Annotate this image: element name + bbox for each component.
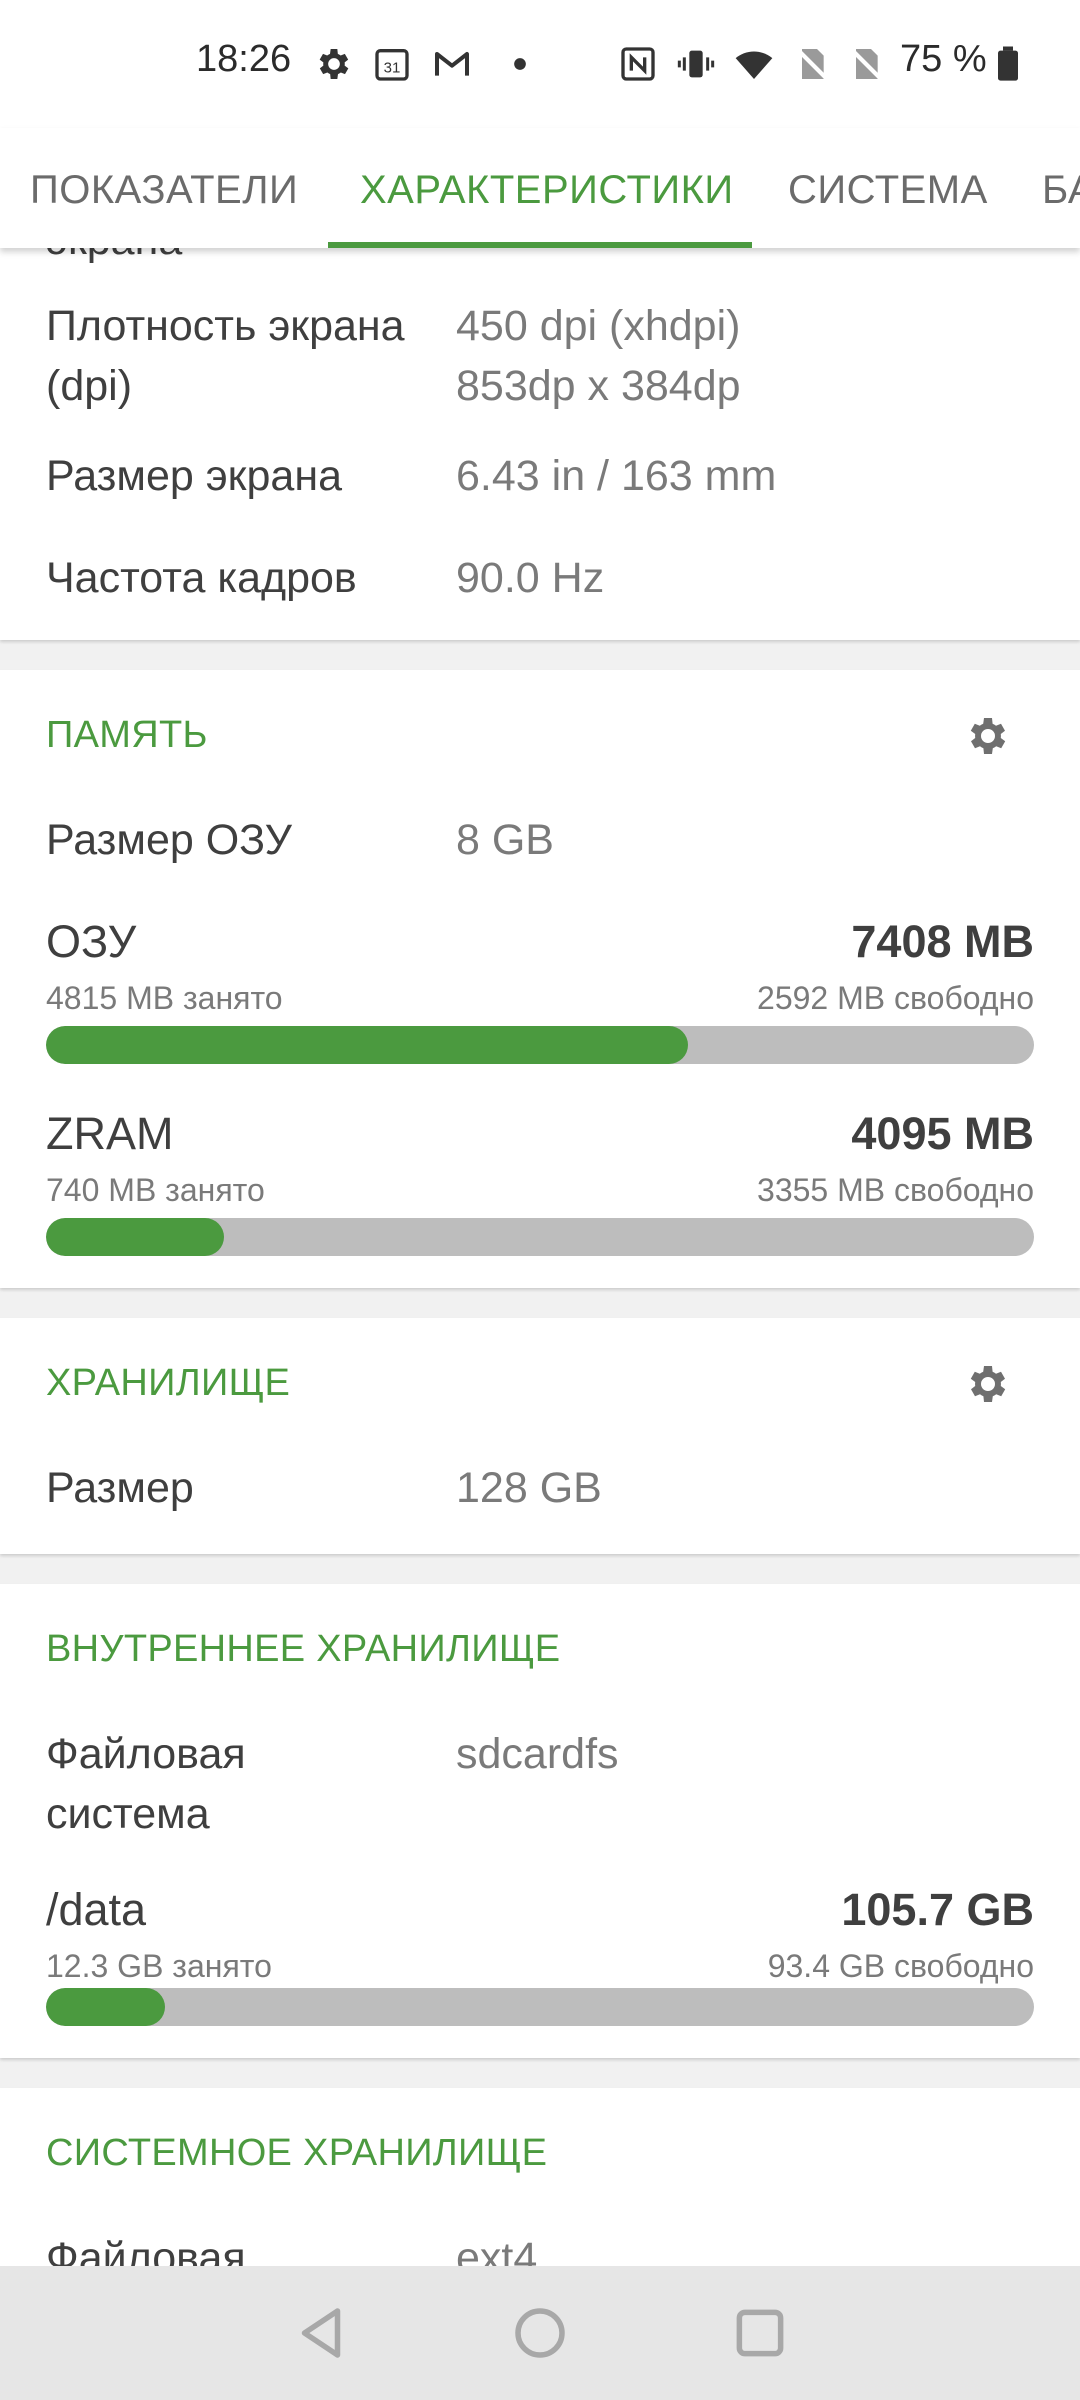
storage-card: ХРАНИЛИЩЕ Размер 128 GB <box>0 1318 1080 1554</box>
ram-usage-bar <box>46 1026 1034 1064</box>
internal-storage-title: ВНУТРЕННЕЕ ХРАНИЛИЩЕ <box>46 1628 561 1670</box>
refresh-rate-value: 90.0 Hz <box>456 554 605 602</box>
internal-storage-card: ВНУТРЕННЕЕ ХРАНИЛИЩЕ Файловая система sd… <box>0 1584 1080 2058</box>
screen-density-label: Плотность экрана (dpi) <box>46 302 405 410</box>
navigation-bar <box>0 2266 1080 2400</box>
system-storage-title: СИСТЕМНОЕ ХРАНИЛИЩЕ <box>46 2132 548 2174</box>
no-sim-icon <box>795 47 829 81</box>
screen-density-value: 450 dpi (xhdpi) <box>456 302 741 350</box>
ram-size-label: Размер ОЗУ <box>46 816 292 864</box>
calendar-icon: 31 <box>375 49 409 81</box>
tab-indicators[interactable]: ПОКАЗАТЕЛИ <box>30 128 298 248</box>
storage-settings-gear-icon[interactable] <box>964 1360 1012 1408</box>
more-notifications-dot-icon <box>514 58 526 70</box>
data-usage-fill <box>46 1988 165 2026</box>
nfc-icon <box>621 47 655 81</box>
ram-usage-fill <box>46 1026 689 1064</box>
status-bar: 18:26 31 75 % <box>0 0 1080 128</box>
data-partition-used: 12.3 GB занято <box>46 1948 272 1984</box>
storage-size-label: Размер <box>46 1464 194 1512</box>
filesystem-value: sdcardfs <box>456 1730 619 1778</box>
screen-size-label: Размер экрана <box>46 452 342 500</box>
tab-bar: ПОКАЗАТЕЛИ ХАРАКТЕРИСТИКИ СИСТЕМА БА <box>0 128 1080 248</box>
data-usage-bar <box>46 1988 1034 2026</box>
refresh-rate-label: Частота кадров <box>46 554 357 602</box>
zram-name: ZRAM <box>46 1108 174 1159</box>
screen-density-dp-value: 853dp x 384dp <box>456 362 741 410</box>
status-time: 18:26 <box>196 38 292 80</box>
zram-free: 3355 MB свободно <box>757 1172 1034 1208</box>
data-partition-name: /data <box>46 1884 147 1935</box>
settings-notification-icon <box>319 49 349 79</box>
data-partition-total: 105.7 GB <box>841 1884 1034 1935</box>
home-circle-icon[interactable] <box>507 2300 573 2366</box>
memory-card: ПАМЯТЬ Размер ОЗУ 8 GB ОЗУ 7408 MB 4815 … <box>0 670 1080 1288</box>
filesystem-label: Файловая система <box>46 1730 246 1838</box>
vibrate-icon <box>677 50 715 78</box>
back-triangle-icon[interactable] <box>288 2300 354 2366</box>
ram-name: ОЗУ <box>46 916 137 967</box>
memory-settings-gear-icon[interactable] <box>964 712 1012 760</box>
zram-total: 4095 MB <box>851 1108 1034 1159</box>
no-sim-2-icon <box>849 47 883 81</box>
zram-usage-bar <box>46 1218 1034 1256</box>
wifi-icon <box>735 51 773 79</box>
storage-section-title: ХРАНИЛИЩЕ <box>46 1362 291 1404</box>
battery-icon <box>998 46 1018 81</box>
battery-percent: 75 % <box>900 38 987 80</box>
gmail-icon <box>435 52 469 76</box>
tab-battery[interactable]: БА <box>1042 128 1080 248</box>
active-tab-indicator <box>328 242 752 248</box>
display-card: экрана Плотность экрана (dpi) 450 dpi (x… <box>0 200 1080 640</box>
tab-specifications[interactable]: ХАРАКТЕРИСТИКИ <box>360 128 734 248</box>
data-partition-free: 93.4 GB свободно <box>767 1948 1034 1984</box>
ram-total: 7408 MB <box>851 916 1034 967</box>
screen-size-value: 6.43 in / 163 mm <box>456 452 777 500</box>
svg-text:31: 31 <box>384 59 401 76</box>
ram-size-value: 8 GB <box>456 816 554 864</box>
zram-usage-fill <box>46 1218 224 1256</box>
recents-square-icon[interactable] <box>727 2300 793 2366</box>
system-storage-card: СИСТЕМНОЕ ХРАНИЛИЩЕ Файловая ext4 <box>0 2088 1080 2288</box>
ram-free: 2592 MB свободно <box>757 980 1034 1016</box>
memory-section-title: ПАМЯТЬ <box>46 714 208 756</box>
storage-size-value: 128 GB <box>456 1464 602 1512</box>
zram-used: 740 MB занято <box>46 1172 265 1208</box>
tab-system[interactable]: СИСТЕМА <box>788 128 988 248</box>
ram-used: 4815 MB занято <box>46 980 283 1016</box>
